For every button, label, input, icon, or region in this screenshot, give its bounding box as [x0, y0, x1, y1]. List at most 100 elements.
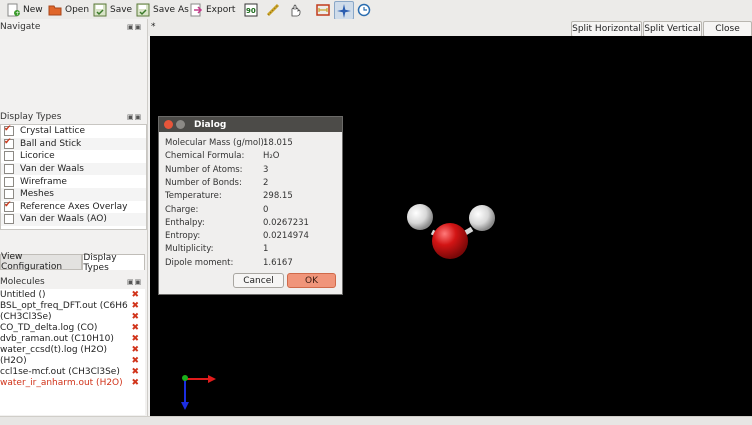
molecules-list: Untitled () ✖ BSL_opt_freq_DFT.out (C6H6..… [0, 289, 145, 415]
display-type-item[interactable]: Van der Waals (AO) [1, 213, 146, 226]
display-types-panel-controls[interactable]: ▣▣ [127, 113, 142, 121]
remove-molecule-icon[interactable]: ✖ [131, 356, 139, 366]
display-type-checkbox[interactable] [4, 214, 14, 225]
property-label: Multiplicity: [165, 244, 214, 255]
close-button[interactable]: Close [703, 21, 752, 37]
save-icon [93, 3, 107, 17]
molecules-panel-title: Molecules [0, 277, 45, 287]
fit-view-button[interactable] [316, 1, 330, 18]
oxygen-atom[interactable] [432, 223, 468, 259]
close-icon[interactable] [164, 120, 173, 129]
molecules-panel-controls[interactable]: ▣▣ [127, 278, 142, 286]
property-label: Number of Atoms: [165, 164, 243, 175]
remove-molecule-icon[interactable]: ✖ [131, 345, 139, 355]
water-molecule[interactable] [407, 204, 495, 259]
display-type-checkbox[interactable] [4, 189, 14, 200]
remove-molecule-icon[interactable]: ✖ [131, 312, 139, 322]
hydrogen-atom-2[interactable] [469, 205, 495, 231]
y-axis-arrowhead [181, 402, 189, 410]
display-type-item[interactable]: Meshes [1, 187, 146, 201]
navigate-panel-controls[interactable]: ▣▣ [127, 23, 142, 31]
remove-molecule-icon[interactable]: ✖ [131, 301, 139, 311]
molecule-list-item[interactable]: ccl1se-mcf.out (CH3Cl3Se) ✖ [0, 366, 145, 377]
save-button[interactable]: Save [93, 1, 132, 18]
molecule-list-item[interactable]: water_ccsd(t).log (H2O) ✖ [0, 344, 145, 355]
left-dock: Navigate ▣▣ Display Types ▣▣ Crystal Lat… [0, 19, 148, 416]
clock-icon [357, 3, 371, 17]
new-button[interactable]: + New [6, 1, 43, 18]
display-type-item[interactable]: Crystal Lattice [1, 125, 146, 138]
main-toolbar: + New Open Save Save As Export 90 [0, 0, 752, 20]
ok-button[interactable]: OK [287, 273, 336, 288]
property-label: Chemical Formula: [165, 151, 245, 162]
property-value: 0 [263, 204, 269, 215]
molecule-properties-dialog: Dialog Molecular Mass (g/mol): 18.015 Chem… [158, 116, 343, 295]
molecule-label: Untitled () [0, 289, 46, 300]
measure-tool-button[interactable] [266, 1, 280, 18]
molecule-list-item[interactable]: (H2O) ✖ [0, 355, 145, 366]
display-type-checkbox[interactable] [4, 201, 14, 212]
tab-view-configuration[interactable]: View Configuration [0, 252, 83, 272]
save-as-button[interactable]: Save As [136, 1, 189, 18]
close-panel-icon[interactable]: ▣ [135, 278, 143, 286]
select-tool-button[interactable] [288, 1, 302, 18]
float-panel-icon[interactable]: ▣ [127, 113, 135, 121]
minimize-icon[interactable] [176, 120, 185, 129]
display-type-checkbox[interactable] [4, 138, 14, 149]
display-type-item[interactable]: Ball and Stick [1, 137, 146, 151]
property-label: Temperature: [165, 191, 222, 202]
molecule-list-item[interactable]: dvb_raman.out (C10H10) ✖ [0, 333, 145, 344]
molecule-label: BSL_opt_freq_DFT.out (C6H6... [0, 300, 128, 311]
molecule-label: (H2O) [0, 355, 27, 366]
float-panel-icon[interactable]: ▣ [127, 23, 135, 31]
display-type-label: Crystal Lattice [20, 126, 85, 137]
molecule-list-item[interactable]: Untitled () ✖ [0, 289, 145, 300]
molecule-label: water_ir_anharm.out (H2O) [0, 377, 123, 388]
display-type-checkbox[interactable] [4, 125, 14, 137]
remove-molecule-icon[interactable]: ✖ [131, 334, 139, 344]
tab-display-types[interactable]: Display Types [82, 253, 145, 273]
display-type-label: Van der Waals [20, 164, 84, 175]
molecule-list-item[interactable]: BSL_opt_freq_DFT.out (C6H6... ✖ [0, 300, 145, 311]
molecule-list-item[interactable]: water_ir_anharm.out (H2O) ✖ [0, 377, 145, 388]
display-type-item[interactable]: Licorice [1, 150, 146, 163]
remove-molecule-icon[interactable]: ✖ [131, 290, 139, 300]
display-type-item[interactable]: Wireframe [1, 175, 146, 188]
fit-frame-icon [316, 3, 330, 17]
plot-tool-button[interactable]: 90 [244, 1, 258, 18]
display-type-checkbox[interactable] [4, 164, 14, 175]
split-vertical-button[interactable]: Split Vertical [643, 21, 702, 37]
remove-molecule-icon[interactable]: ✖ [131, 367, 139, 377]
navigate-tool-button[interactable] [334, 1, 354, 20]
dock-tab-bar: View Configuration Display Types [0, 252, 145, 273]
display-type-checkbox[interactable] [4, 151, 14, 162]
cancel-button[interactable]: Cancel [233, 273, 284, 288]
remove-molecule-icon[interactable]: ✖ [131, 378, 139, 388]
export-label: Export [206, 4, 236, 15]
float-panel-icon[interactable]: ▣ [127, 278, 135, 286]
display-type-item[interactable]: Van der Waals [1, 162, 146, 176]
remove-molecule-icon[interactable]: ✖ [131, 323, 139, 333]
molecule-label: ccl1se-mcf.out (CH3Cl3Se) [0, 366, 120, 377]
z-axis-dot [182, 375, 188, 381]
split-horizontal-button[interactable]: Split Horizontal [571, 21, 642, 37]
hand-icon [288, 3, 302, 17]
close-panel-icon[interactable]: ▣ [135, 23, 143, 31]
display-types-list: Crystal LatticeBall and Stick Licorice Van… [0, 124, 147, 230]
save-as-icon [136, 3, 150, 17]
molecule-list-item[interactable]: CO_TD_delta.log (CO) ✖ [0, 322, 145, 333]
export-button[interactable]: Export [189, 1, 235, 18]
property-value: 298.15 [263, 191, 293, 202]
hydrogen-atom-1[interactable] [407, 204, 433, 230]
molecule-label: dvb_raman.out (C10H10) [0, 333, 114, 344]
molecule-list-item[interactable]: (CH3Cl3Se) ✖ [0, 311, 145, 322]
property-value: 0.0214974 [263, 231, 309, 242]
property-label: Dipole moment: [165, 257, 234, 268]
display-type-checkbox[interactable] [4, 176, 14, 187]
animation-button[interactable] [357, 1, 371, 18]
close-panel-icon[interactable]: ▣ [135, 113, 143, 121]
display-type-item[interactable]: Reference Axes Overlay [1, 201, 146, 214]
save-as-label: Save As [153, 4, 189, 15]
folder-icon [48, 3, 62, 17]
open-button[interactable]: Open [48, 1, 89, 18]
